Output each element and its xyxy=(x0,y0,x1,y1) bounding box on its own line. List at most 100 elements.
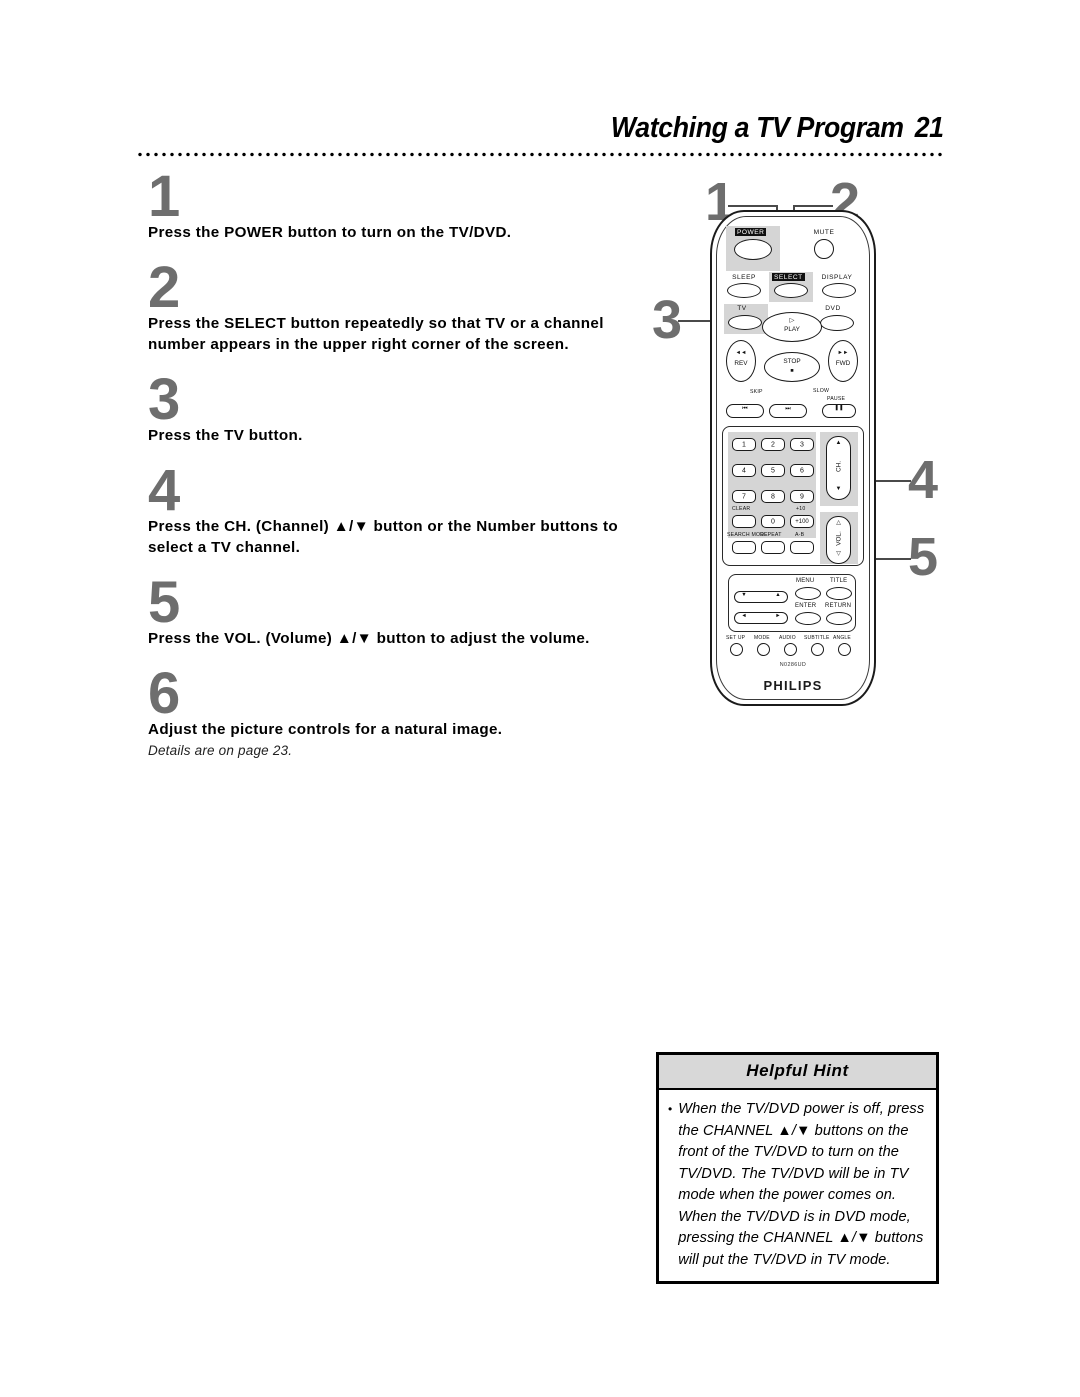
hint-bullet-icon: • xyxy=(668,1102,673,1116)
nav-down-icon: ▼ xyxy=(741,592,747,598)
plus-hundred-button[interactable]: +100 xyxy=(790,515,814,528)
select-label: SELECT xyxy=(772,273,805,281)
key-4-label: 4 xyxy=(742,467,746,474)
a-b-button[interactable] xyxy=(790,541,814,554)
volume-up-icon: △ xyxy=(836,520,841,526)
title-label: TITLE xyxy=(830,578,848,584)
nav-right-icon: ► xyxy=(775,613,781,619)
key-3[interactable]: 3 xyxy=(790,438,814,451)
callout-leader-2 xyxy=(793,205,833,207)
clear-label: CLEAR xyxy=(732,506,751,512)
rev-icon: ◄◄ xyxy=(735,350,747,356)
remote-body: POWER MUTE SLEEP SELECT DISPLAY TV DVD ▷… xyxy=(710,210,876,706)
step-text: Press the VOL. (Volume) ▲/▼ button to ad… xyxy=(148,630,590,647)
play-icon: ▷ xyxy=(789,317,795,324)
channel-up-icon: ▲ xyxy=(835,440,842,446)
angle-button[interactable] xyxy=(838,643,851,656)
steps-list: 1 Press the POWER button to turn on the … xyxy=(148,168,658,762)
model-number: N0286UD xyxy=(779,662,807,668)
tv-button[interactable] xyxy=(728,315,762,330)
step-item: 1 Press the POWER button to turn on the … xyxy=(148,168,658,243)
set-up-label: SET UP xyxy=(726,635,746,641)
step-item: 6 Adjust the picture controls for a natu… xyxy=(148,665,658,760)
key-7[interactable]: 7 xyxy=(732,490,756,503)
plus-hundred-label: +100 xyxy=(795,518,809,525)
title-button[interactable] xyxy=(826,587,852,600)
step-text: Adjust the picture controls for a natura… xyxy=(148,721,503,738)
key-2[interactable]: 2 xyxy=(761,438,785,451)
philips-logo: PHILIPS xyxy=(763,678,823,693)
repeat-button[interactable] xyxy=(761,541,785,554)
search-mode-button[interactable] xyxy=(732,541,756,554)
key-8[interactable]: 8 xyxy=(761,490,785,503)
manual-page: Watching a TV Program 21 1 Press the POWE… xyxy=(0,0,1080,1397)
step-text: Press the SELECT button repeatedly so th… xyxy=(148,315,604,353)
display-label: DISPLAY xyxy=(821,274,853,281)
audio-button[interactable] xyxy=(784,643,797,656)
pause-label: PAUSE xyxy=(827,396,846,402)
mode-button[interactable] xyxy=(757,643,770,656)
sleep-button[interactable] xyxy=(727,283,761,298)
fwd-icon: ►► xyxy=(837,350,849,356)
step-number: 6 xyxy=(148,661,180,726)
return-label: RETURN xyxy=(825,603,852,609)
skip-label: SKIP xyxy=(750,389,763,395)
mute-label: MUTE xyxy=(813,229,835,236)
key-4[interactable]: 4 xyxy=(732,464,756,477)
step-detail-note: Details are on page 23. xyxy=(148,743,293,758)
header-divider xyxy=(136,152,946,157)
subtitle-label: SUBTITLE xyxy=(804,635,830,641)
key-5-label: 5 xyxy=(771,467,775,474)
step-text: Press the POWER button to turn on the TV… xyxy=(148,224,512,241)
key-6[interactable]: 6 xyxy=(790,464,814,477)
enter-button[interactable] xyxy=(795,612,821,625)
key-0[interactable]: 0 xyxy=(761,515,785,528)
skip-forward-icon: ⏭ xyxy=(785,406,791,412)
menu-button[interactable] xyxy=(795,587,821,600)
step-item: 5 Press the VOL. (Volume) ▲/▼ button to … xyxy=(148,574,658,649)
a-b-label: A-B xyxy=(795,532,805,538)
return-button[interactable] xyxy=(826,612,852,625)
select-button[interactable] xyxy=(774,283,808,298)
key-7-label: 7 xyxy=(742,493,746,500)
repeat-label: REPEAT xyxy=(760,532,782,538)
page-title: Watching a TV Program 21 xyxy=(611,112,944,145)
step-number: 4 xyxy=(148,458,180,523)
key-9[interactable]: 9 xyxy=(790,490,814,503)
plus-ten-label: +10 xyxy=(796,506,806,512)
display-button[interactable] xyxy=(822,283,856,298)
sleep-label: SLEEP xyxy=(732,274,756,281)
step-text: Press the TV button. xyxy=(148,427,303,444)
dvd-button[interactable] xyxy=(820,315,854,331)
key-5[interactable]: 5 xyxy=(761,464,785,477)
audio-label: AUDIO xyxy=(779,635,796,641)
menu-label: MENU xyxy=(796,578,815,584)
mute-button[interactable] xyxy=(814,239,834,259)
mode-label: MODE xyxy=(754,635,770,641)
nav-up-icon: ▲ xyxy=(775,592,781,598)
helpful-hint-box: Helpful Hint • When the TV/DVD power is … xyxy=(656,1052,939,1284)
callout-number-5: 5 xyxy=(908,527,939,587)
power-label: POWER xyxy=(735,228,767,236)
enter-label: ENTER xyxy=(795,603,817,609)
step-number: 1 xyxy=(148,164,180,229)
stop-label: STOP xyxy=(783,358,801,365)
step-number: 5 xyxy=(148,570,180,635)
stop-button[interactable] xyxy=(764,352,820,382)
key-2-label: 2 xyxy=(771,441,775,448)
subtitle-button[interactable] xyxy=(811,643,824,656)
remote-control-illustration: 1 2 3 4 5 POWER MUTE SLEEP SELECT DISPLA… xyxy=(650,175,960,720)
stop-icon: ■ xyxy=(790,368,794,374)
key-1[interactable]: 1 xyxy=(732,438,756,451)
page-number: 21 xyxy=(915,112,944,144)
callout-leader-1 xyxy=(728,205,778,207)
clear-button[interactable] xyxy=(732,515,756,528)
key-6-label: 6 xyxy=(800,467,804,474)
channel-label: CH. xyxy=(835,461,843,473)
volume-down-icon: ▽ xyxy=(836,551,841,557)
set-up-button[interactable] xyxy=(730,643,743,656)
step-item: 3 Press the TV button. xyxy=(148,371,658,446)
helpful-hint-title: Helpful Hint xyxy=(659,1055,936,1090)
callout-number-4: 4 xyxy=(908,450,939,510)
power-button[interactable] xyxy=(734,239,772,260)
